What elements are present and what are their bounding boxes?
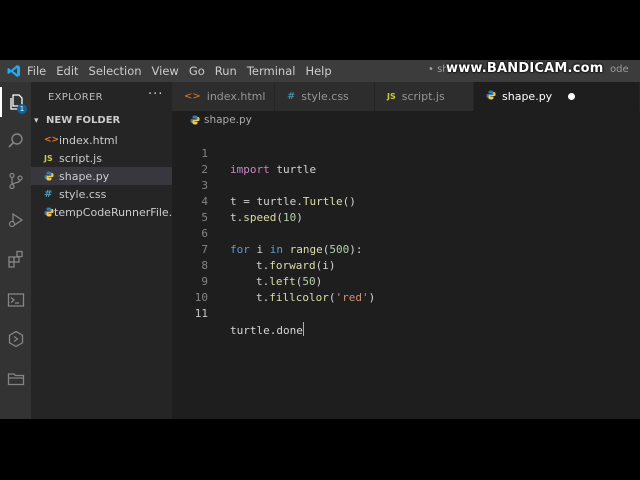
menu-view[interactable]: View	[147, 64, 184, 78]
file-list: <> index.html JS script.js shape.py # st…	[31, 131, 172, 221]
code-line: 10	[172, 274, 640, 304]
tab-script-js[interactable]: JS script.js	[375, 82, 474, 111]
activity-bar: 1	[0, 82, 31, 419]
unsaved-dot-icon[interactable]	[568, 93, 576, 100]
search-icon	[7, 133, 23, 148]
file-item-style-css[interactable]: # style.css	[31, 185, 172, 203]
python-file-icon	[486, 90, 496, 103]
extensions-activity[interactable]	[0, 244, 31, 274]
run-debug-icon	[8, 212, 23, 228]
tab-label: style.css	[301, 90, 349, 103]
folder-activity[interactable]	[0, 364, 31, 394]
tab-shape-py[interactable]: shape.py	[474, 82, 640, 111]
explorer-activity[interactable]: 1	[0, 87, 31, 117]
tab-label: index.html	[206, 90, 266, 103]
window-title-tail: ode	[610, 64, 629, 75]
source-control-icon	[8, 172, 23, 190]
text-cursor	[302, 322, 304, 336]
source-control-activity[interactable]	[0, 166, 31, 196]
python-file-icon	[44, 207, 54, 217]
file-item-index-html[interactable]: <> index.html	[31, 131, 172, 149]
hexagon-icon	[8, 330, 23, 348]
html-file-icon: <>	[44, 135, 60, 145]
code-line: 3 t = turtle.Turtle()	[172, 162, 640, 208]
search-activity[interactable]	[0, 126, 31, 156]
code-line: 6 for i in range(500):	[172, 210, 640, 256]
terminal-icon	[7, 293, 24, 307]
code-line: 5	[172, 194, 640, 224]
extensions-icon	[7, 250, 23, 268]
menu-go[interactable]: Go	[184, 64, 210, 78]
line-number: 11	[194, 307, 208, 320]
terminal-activity[interactable]	[0, 285, 31, 315]
editor-tab-bar: <> index.html # style.css JS script.js s…	[172, 82, 640, 111]
python-file-icon	[190, 115, 200, 125]
file-item-shape-py[interactable]: shape.py	[31, 167, 172, 185]
tab-style-css[interactable]: # style.css	[275, 82, 375, 111]
folder-name: NEW FOLDER	[46, 115, 121, 126]
folder-header[interactable]: ▾ NEW FOLDER	[31, 111, 172, 130]
breadcrumb: shape.py	[190, 114, 252, 126]
css-file-icon: #	[287, 91, 296, 102]
tab-label: script.js	[401, 90, 445, 103]
menu-terminal[interactable]: Terminal	[242, 64, 301, 78]
menu-run[interactable]: Run	[210, 64, 242, 78]
menu-selection[interactable]: Selection	[84, 64, 147, 78]
js-file-icon: JS	[387, 92, 396, 101]
file-item-tempcoderunnerfile[interactable]: tempCodeRunnerFile...	[31, 203, 172, 221]
vscode-window: File Edit Selection View Go Run Terminal…	[0, 60, 640, 419]
code-line: 2	[172, 146, 640, 176]
menu-help[interactable]: Help	[300, 64, 336, 78]
code-line: 9 t.fillcolor('red')	[172, 258, 640, 304]
file-name: style.css	[59, 187, 107, 201]
file-name: tempCodeRunnerFile...	[54, 205, 172, 219]
bandicam-watermark: www.BANDICAM.com	[446, 61, 604, 76]
code-line: 8 t.left(50)	[172, 242, 640, 288]
python-file-icon	[44, 171, 59, 181]
chevron-down-icon: ▾	[34, 115, 39, 126]
code-line: 1 import turtle	[172, 130, 640, 176]
html-file-icon: <>	[184, 91, 201, 102]
js-file-icon: JS	[44, 153, 53, 163]
tab-index-html[interactable]: <> index.html	[172, 82, 275, 111]
menu-edit[interactable]: Edit	[51, 64, 83, 78]
menu-bar: File Edit Selection View Go Run Terminal…	[0, 60, 640, 82]
breadcrumb-file[interactable]: shape.py	[204, 114, 252, 126]
file-name: index.html	[59, 133, 118, 147]
remote-explorer-activity[interactable]	[0, 324, 31, 354]
tab-label: shape.py	[502, 90, 553, 103]
vscode-logo-icon	[0, 60, 27, 82]
explorer-sidebar: EXPLORER ··· ▾ NEW FOLDER <> index.html …	[31, 82, 172, 419]
run-debug-activity[interactable]	[0, 205, 31, 235]
code-line: 4 t.speed(10)	[172, 178, 640, 224]
css-file-icon: #	[44, 188, 53, 200]
file-name: script.js	[59, 151, 102, 165]
file-item-script-js[interactable]: JS script.js	[31, 149, 172, 167]
file-name: shape.py	[59, 169, 110, 183]
code-line: 7 t.forward(i)	[172, 226, 640, 272]
code-text: turtle.done	[230, 322, 304, 337]
explorer-badge: 1	[17, 104, 27, 114]
code-line-current: 11 turtle.done	[172, 290, 640, 337]
explorer-title: EXPLORER	[48, 92, 103, 103]
code-editor[interactable]: 1 import turtle 2 3 t = turtle.Turtle() …	[172, 130, 640, 419]
menu-file[interactable]: File	[27, 64, 51, 78]
letterbox-top	[0, 0, 640, 60]
folder-icon	[7, 373, 24, 386]
letterbox-bottom	[0, 419, 640, 480]
more-actions-icon[interactable]: ···	[148, 87, 163, 102]
